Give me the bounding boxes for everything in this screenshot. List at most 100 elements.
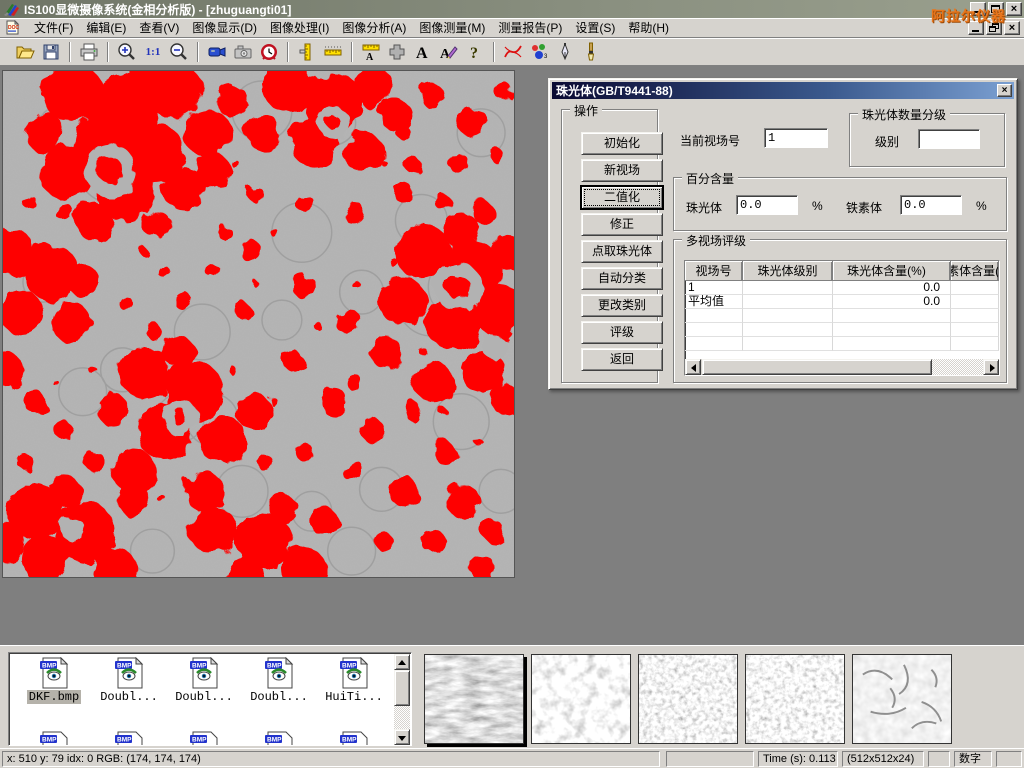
file-item[interactable]: BMP [168, 731, 240, 746]
dialog-close-button[interactable]: × [997, 84, 1012, 97]
table-cell [951, 281, 999, 295]
move-button[interactable] [384, 40, 410, 64]
menu-image-process[interactable]: 图像处理(I) [264, 17, 335, 38]
file-item[interactable]: BMP Doubl... [168, 657, 240, 704]
save-button[interactable] [38, 40, 64, 64]
open-button[interactable] [12, 40, 38, 64]
caliper-button[interactable] [294, 40, 320, 64]
pick-pearlite-button[interactable]: 点取珠光体 [581, 240, 663, 263]
level-input[interactable] [918, 129, 980, 149]
mdi-minimize-button[interactable] [968, 21, 984, 35]
file-item[interactable]: BMP HuiTi... [318, 657, 390, 704]
menu-image-display[interactable]: 图像显示(D) [186, 17, 263, 38]
operations-group: 操作 初始化 新视场 二值化 修正 点取珠光体 自动分类 更改类别 评级 返回 [561, 109, 658, 383]
thumbnail-3[interactable] [638, 654, 738, 744]
file-item[interactable]: BMP Doubl... [243, 657, 315, 704]
svg-text:BMP: BMP [192, 737, 207, 744]
change-class-button[interactable]: 更改类别 [581, 294, 663, 317]
menu-image-analysis[interactable]: 图像分析(A) [336, 17, 412, 38]
grain-classify-button[interactable]: 3 [526, 40, 552, 64]
status-bar: x: 510 y: 79 idx: 0 RGB: (174, 174, 174)… [0, 748, 1024, 768]
thumbnail-4[interactable] [745, 654, 845, 744]
help-button[interactable]: ? [462, 40, 488, 64]
document-icon[interactable]: DOC [5, 20, 20, 35]
table-cell: 0.0 [833, 295, 951, 309]
annotate-button[interactable]: A [436, 40, 462, 64]
menu-settings[interactable]: 设置(S) [569, 17, 621, 38]
timer-button[interactable] [256, 40, 282, 64]
text-button[interactable]: A [410, 40, 436, 64]
micrograph-image[interactable] [2, 70, 515, 578]
scrollbar-thumb[interactable] [394, 670, 410, 706]
col-pearlite-level: 珠光体级别 [743, 261, 833, 280]
print-button[interactable] [76, 40, 102, 64]
current-field-input[interactable] [764, 128, 828, 148]
col-pearlite-content: 珠光体含量(%) [833, 261, 951, 280]
measure-text-button[interactable]: A [358, 40, 384, 64]
scroll-down-button[interactable] [394, 729, 410, 745]
close-icon: × [1002, 85, 1008, 96]
print-icon [79, 42, 99, 62]
close-button[interactable]: × [1006, 2, 1022, 16]
ferrite-label: 铁素体 [846, 199, 882, 216]
svg-text:A: A [366, 52, 374, 62]
return-button[interactable]: 返回 [581, 348, 663, 371]
file-item[interactable]: BMP DKF.bmp [18, 657, 90, 704]
maximize-button[interactable] [988, 2, 1004, 16]
dialog-title-bar[interactable]: 珠光体(GB/T9441-88) × [552, 82, 1014, 99]
menu-file[interactable]: 文件(F) [28, 17, 79, 38]
annotate-icon: A [439, 42, 459, 62]
thumbnail-5[interactable] [852, 654, 952, 744]
file-item[interactable]: BMP [93, 731, 165, 746]
binarize-button[interactable]: 二值化 [581, 186, 663, 209]
file-item[interactable]: BMP Doubl... [93, 657, 165, 704]
pen-button[interactable] [552, 40, 578, 64]
svg-text:?: ? [470, 45, 478, 62]
col-ferrite-content: 铁素体含量(%) [951, 261, 999, 280]
scroll-right-button[interactable] [983, 359, 999, 375]
auto-classify-button[interactable]: 自动分类 [581, 267, 663, 290]
svg-text:BMP: BMP [342, 737, 357, 744]
scroll-left-button[interactable] [685, 359, 701, 375]
ruler-button[interactable] [320, 40, 346, 64]
file-item[interactable]: BMP [18, 731, 90, 746]
menu-edit[interactable]: 编辑(E) [80, 17, 132, 38]
thumbnail-2[interactable] [531, 654, 631, 744]
app-icon [4, 2, 20, 16]
mdi-restore-button[interactable] [986, 21, 1002, 35]
thumbnail-1[interactable] [424, 654, 524, 744]
mdi-close-button[interactable]: × [1004, 21, 1020, 35]
menu-help[interactable]: 帮助(H) [622, 17, 675, 38]
file-item[interactable]: BMP [318, 731, 390, 746]
correct-button[interactable]: 修正 [581, 213, 663, 236]
percent-sign: % [976, 199, 987, 213]
file-list[interactable]: BMP DKF.bmp BMP Doubl... BMP Doubl... BM… [8, 652, 412, 746]
actual-size-button[interactable]: 1:1 [140, 40, 166, 64]
bmp-file-icon: BMP [189, 657, 219, 689]
zoom-out-button[interactable] [166, 40, 192, 64]
menu-image-measure[interactable]: 图像测量(M) [413, 17, 491, 38]
file-item[interactable]: BMP [243, 731, 315, 746]
table-horizontal-scrollbar[interactable] [685, 359, 999, 375]
title-bar[interactable]: IS100显微摄像系统(金相分析版) - [zhuguangti01] × [0, 0, 1024, 18]
maximize-icon [991, 5, 1000, 13]
grading-table[interactable]: 视场号 珠光体级别 珠光体含量(%) 铁素体含量(%) 1 0.0 平均值 0.… [684, 260, 1000, 376]
new-field-button[interactable]: 新视场 [581, 159, 663, 182]
scrollbar-thumb[interactable] [702, 359, 932, 375]
curve-tool-button[interactable] [500, 40, 526, 64]
brush-button[interactable] [578, 40, 604, 64]
menu-view[interactable]: 查看(V) [133, 17, 185, 38]
video-camera-button[interactable] [204, 40, 230, 64]
grade-button[interactable]: 评级 [581, 321, 663, 344]
pearlite-percent-input[interactable] [736, 195, 798, 215]
ferrite-percent-input[interactable] [900, 195, 962, 215]
initialize-button[interactable]: 初始化 [581, 132, 663, 155]
table-cell [743, 281, 833, 295]
capture-button[interactable] [230, 40, 256, 64]
menu-measure-report[interactable]: 测量报告(P) [492, 17, 568, 38]
minimize-button[interactable] [970, 2, 986, 16]
arrow-left-icon [691, 364, 696, 372]
file-list-scrollbar[interactable] [394, 654, 410, 745]
zoom-in-button[interactable] [114, 40, 140, 64]
scroll-up-button[interactable] [394, 654, 410, 670]
